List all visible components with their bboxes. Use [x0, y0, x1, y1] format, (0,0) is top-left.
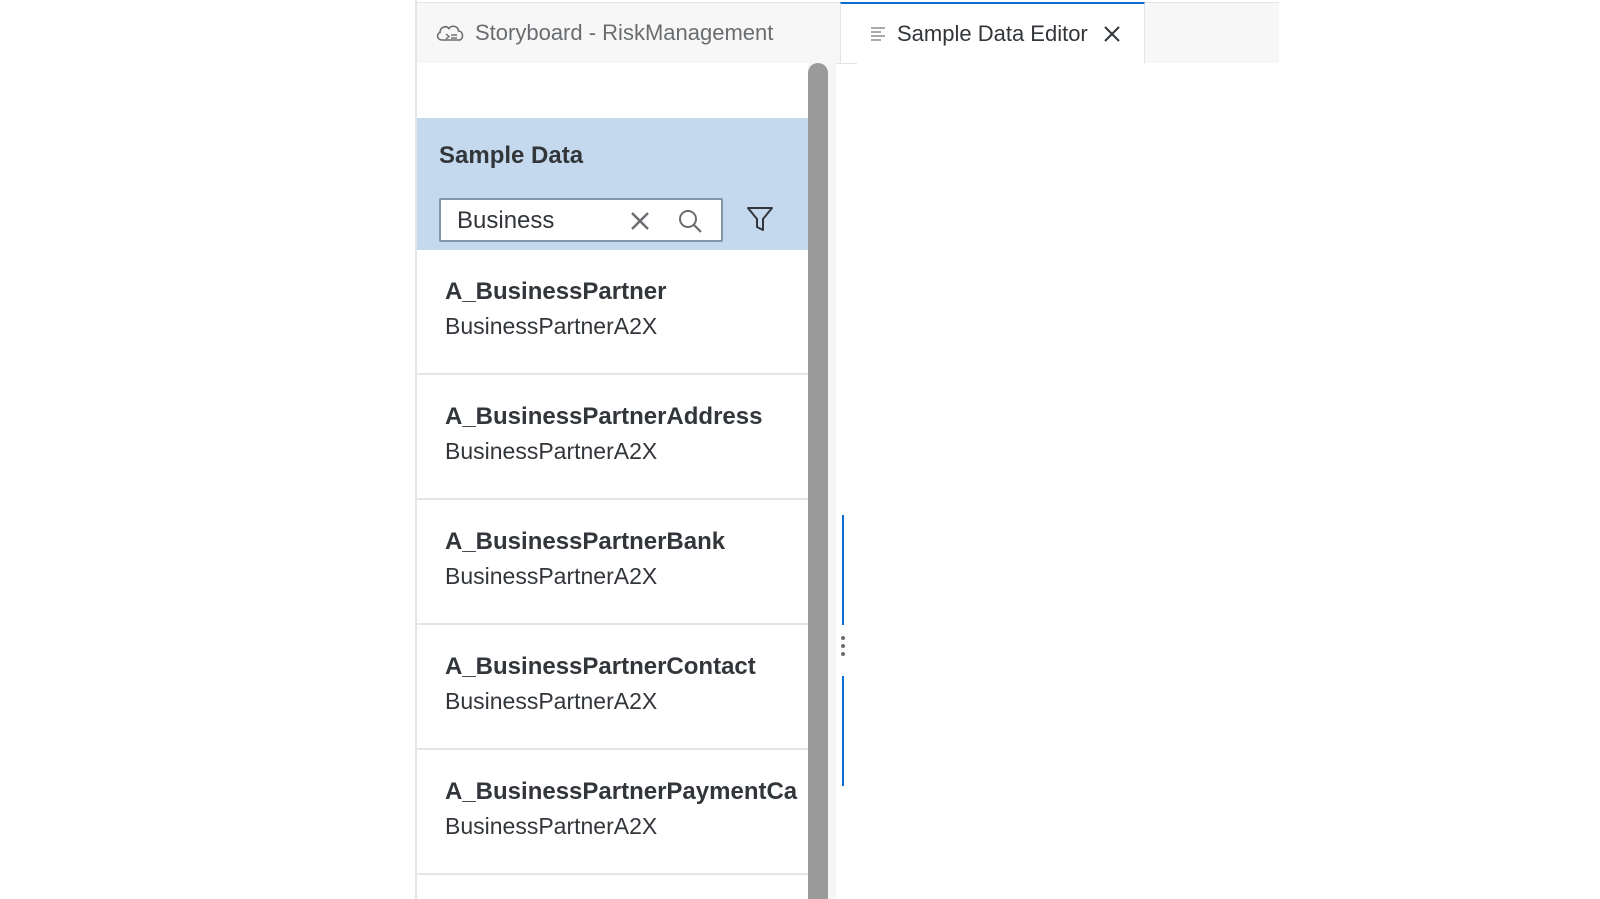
list-item[interactable]: A_BusinessPartnerContact BusinessPartner…	[417, 625, 808, 750]
list-item-title: A_BusinessPartner	[445, 278, 667, 305]
splitter-line-bottom	[842, 676, 844, 786]
list-item-title: A_BusinessPartnerContact	[445, 653, 756, 680]
sample-data-panel: Sample Data Business A_BusinessPartner B…	[417, 63, 808, 899]
sample-data-header: Sample Data Business	[417, 118, 808, 250]
search-input[interactable]: Business	[457, 200, 554, 242]
list-item-subtitle: BusinessPartnerA2X	[445, 563, 658, 589]
list-item[interactable]: A_BusinessPartnerPaymentCa BusinessPartn…	[417, 750, 808, 875]
clear-search-icon[interactable]	[629, 210, 651, 232]
list-item[interactable]: A_BusinessPartner BusinessPartnerA2X	[417, 250, 808, 375]
tab-sample-data-editor[interactable]: Sample Data Editor	[840, 2, 1145, 63]
search-icon[interactable]	[677, 208, 703, 234]
close-tab-icon[interactable]	[1102, 24, 1122, 44]
list-item-title: A_BusinessPartnerAddress	[445, 403, 763, 430]
list-item-title: A_BusinessPartnerBank	[445, 528, 726, 555]
filter-icon[interactable]	[745, 204, 775, 234]
list-item-subtitle: BusinessPartnerA2X	[445, 313, 658, 339]
list-item[interactable]: A_BusinessPartnerAddress BusinessPartner…	[417, 375, 808, 500]
tab-editor-label: Sample Data Editor	[897, 20, 1088, 46]
list-item[interactable]: A_BusinessPartnerBank BusinessPartnerA2X	[417, 500, 808, 625]
editor-area	[857, 63, 1279, 899]
splitter-handle[interactable]	[840, 636, 846, 666]
list-item-subtitle: BusinessPartnerA2X	[445, 688, 658, 714]
list-item-subtitle: BusinessPartnerA2X	[445, 813, 658, 839]
scrollbar-thumb[interactable]	[808, 63, 828, 899]
cloud-icon	[436, 25, 464, 41]
list-item-title: A_BusinessPartnerPaymentCa	[445, 778, 798, 805]
tab-storyboard-label: Storyboard - RiskManagement	[475, 20, 774, 45]
list-item-subtitle: BusinessPartnerA2X	[445, 438, 658, 464]
sample-data-list: A_BusinessPartner BusinessPartnerA2X A_B…	[417, 250, 808, 875]
splitter-line-top	[842, 515, 844, 625]
tab-storyboard[interactable]: Storyboard - RiskManagement	[435, 3, 855, 63]
tab-bar: Storyboard - RiskManagement Sample Data …	[417, 2, 1279, 64]
search-field[interactable]: Business	[439, 198, 723, 242]
document-lines-icon	[871, 26, 885, 41]
panel-title: Sample Data	[439, 142, 584, 169]
